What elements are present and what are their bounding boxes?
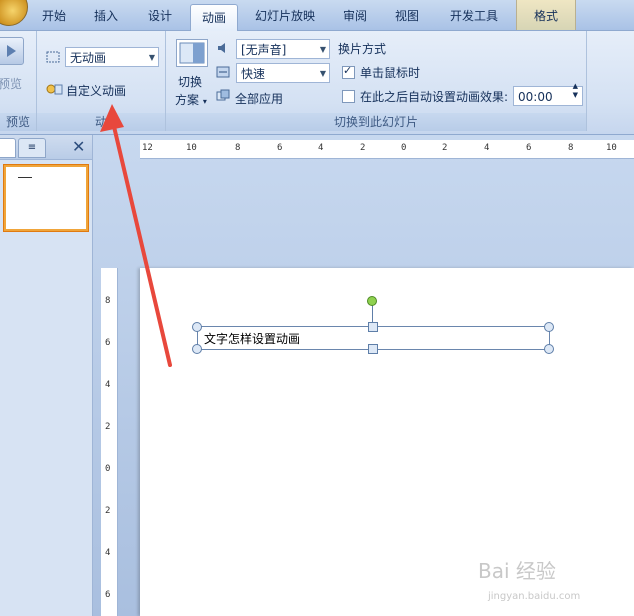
- annotation-arrow: [100, 104, 172, 367]
- watermark: Bai 经验 jingyan.baidu.com: [478, 555, 618, 605]
- watermark-url: jingyan.baidu.com: [488, 591, 581, 602]
- watermark-logo: Bai 经验: [478, 559, 556, 583]
